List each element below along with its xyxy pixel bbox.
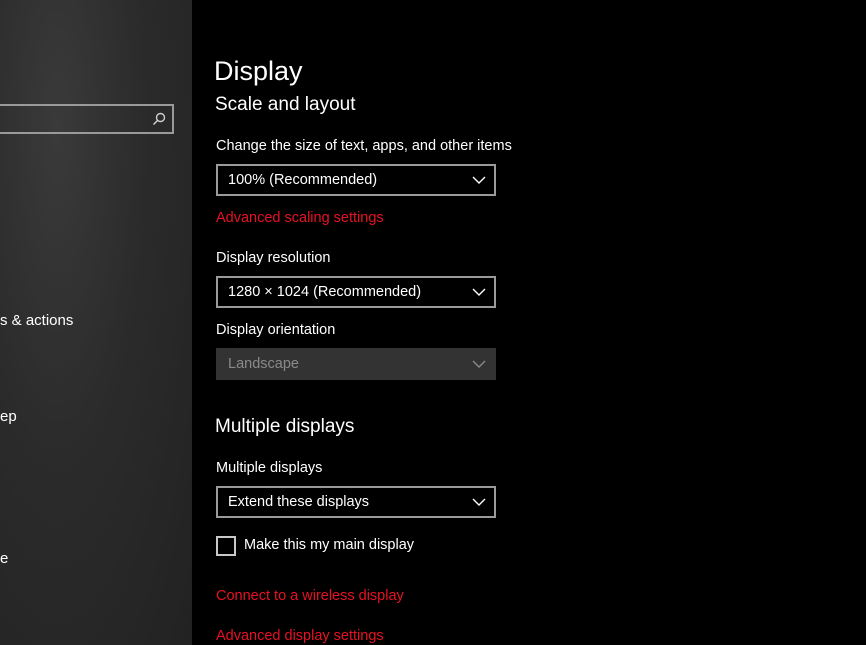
chevron-down-icon	[472, 175, 486, 185]
scale-label: Change the size of text, apps, and other…	[216, 138, 512, 154]
sidebar: s & actions ep e	[0, 0, 192, 645]
chevron-down-icon	[472, 287, 486, 297]
sidebar-item-sleep[interactable]: ep	[0, 408, 17, 425]
orientation-dropdown: Landscape	[216, 348, 496, 380]
main-display-checkbox[interactable]	[216, 536, 236, 556]
advanced-display-link[interactable]: Advanced display settings	[216, 628, 384, 644]
orientation-dropdown-value: Landscape	[228, 356, 299, 372]
multiple-displays-dropdown[interactable]: Extend these displays	[216, 486, 496, 518]
advanced-scaling-link[interactable]: Advanced scaling settings	[216, 210, 384, 226]
main-content: Display Scale and layout Change the size…	[192, 0, 866, 645]
search-icon	[152, 112, 166, 126]
resolution-label: Display resolution	[216, 250, 330, 266]
chevron-down-icon	[472, 359, 486, 369]
section-title-scale: Scale and layout	[215, 94, 356, 116]
sidebar-item-notifications[interactable]: s & actions	[0, 312, 73, 329]
scale-dropdown[interactable]: 100% (Recommended)	[216, 164, 496, 196]
chevron-down-icon	[472, 497, 486, 507]
sidebar-item-partial[interactable]: e	[0, 550, 8, 567]
resolution-dropdown-value: 1280 × 1024 (Recommended)	[228, 284, 421, 300]
search-input[interactable]	[0, 104, 174, 134]
resolution-dropdown[interactable]: 1280 × 1024 (Recommended)	[216, 276, 496, 308]
page-title: Display	[214, 56, 303, 87]
wireless-display-link[interactable]: Connect to a wireless display	[216, 588, 404, 604]
orientation-label: Display orientation	[216, 322, 335, 338]
main-display-checkbox-label[interactable]: Make this my main display	[244, 537, 414, 553]
multiple-displays-label: Multiple displays	[216, 460, 322, 476]
scale-dropdown-value: 100% (Recommended)	[228, 172, 377, 188]
multiple-displays-dropdown-value: Extend these displays	[228, 494, 369, 510]
section-title-multiple: Multiple displays	[215, 416, 354, 438]
